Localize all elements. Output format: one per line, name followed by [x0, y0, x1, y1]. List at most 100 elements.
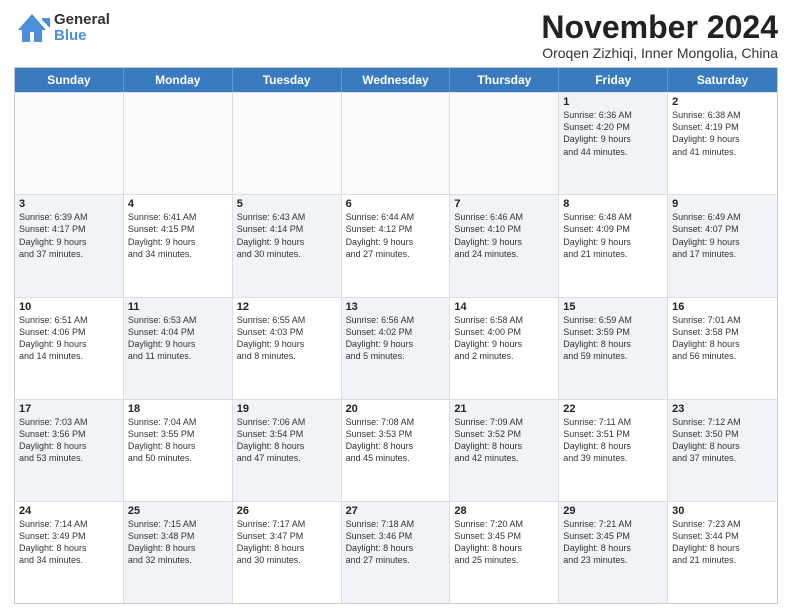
calendar: SundayMondayTuesdayWednesdayThursdayFrid…	[14, 67, 778, 604]
cal-cell: 22Sunrise: 7:11 AM Sunset: 3:51 PM Dayli…	[559, 400, 668, 501]
day-number: 28	[454, 505, 554, 517]
day-number: 5	[237, 198, 337, 210]
cell-info: Sunrise: 6:36 AM Sunset: 4:20 PM Dayligh…	[563, 109, 663, 158]
cell-info: Sunrise: 7:01 AM Sunset: 3:58 PM Dayligh…	[672, 314, 773, 363]
cal-cell: 19Sunrise: 7:06 AM Sunset: 3:54 PM Dayli…	[233, 400, 342, 501]
cell-info: Sunrise: 7:03 AM Sunset: 3:56 PM Dayligh…	[19, 416, 119, 465]
calendar-header-row: SundayMondayTuesdayWednesdayThursdayFrid…	[15, 68, 777, 92]
cal-cell: 12Sunrise: 6:55 AM Sunset: 4:03 PM Dayli…	[233, 298, 342, 399]
header-day-monday: Monday	[124, 68, 233, 92]
cal-cell: 5Sunrise: 6:43 AM Sunset: 4:14 PM Daylig…	[233, 195, 342, 296]
cal-cell	[124, 93, 233, 194]
day-number: 30	[672, 505, 773, 517]
cal-cell: 7Sunrise: 6:46 AM Sunset: 4:10 PM Daylig…	[450, 195, 559, 296]
logo-icon	[14, 10, 50, 46]
day-number: 26	[237, 505, 337, 517]
header-day-wednesday: Wednesday	[342, 68, 451, 92]
cal-cell: 18Sunrise: 7:04 AM Sunset: 3:55 PM Dayli…	[124, 400, 233, 501]
cal-row-4: 17Sunrise: 7:03 AM Sunset: 3:56 PM Dayli…	[15, 399, 777, 501]
logo-blue: Blue	[54, 28, 110, 45]
cell-info: Sunrise: 7:06 AM Sunset: 3:54 PM Dayligh…	[237, 416, 337, 465]
day-number: 8	[563, 198, 663, 210]
cell-info: Sunrise: 7:15 AM Sunset: 3:48 PM Dayligh…	[128, 518, 228, 567]
cal-cell	[450, 93, 559, 194]
cal-cell: 9Sunrise: 6:49 AM Sunset: 4:07 PM Daylig…	[668, 195, 777, 296]
cell-info: Sunrise: 6:44 AM Sunset: 4:12 PM Dayligh…	[346, 211, 446, 260]
day-number: 20	[346, 403, 446, 415]
cal-cell: 24Sunrise: 7:14 AM Sunset: 3:49 PM Dayli…	[15, 502, 124, 603]
cell-info: Sunrise: 7:08 AM Sunset: 3:53 PM Dayligh…	[346, 416, 446, 465]
cal-cell: 26Sunrise: 7:17 AM Sunset: 3:47 PM Dayli…	[233, 502, 342, 603]
cal-cell: 17Sunrise: 7:03 AM Sunset: 3:56 PM Dayli…	[15, 400, 124, 501]
cell-info: Sunrise: 6:53 AM Sunset: 4:04 PM Dayligh…	[128, 314, 228, 363]
header-day-sunday: Sunday	[15, 68, 124, 92]
cell-info: Sunrise: 7:12 AM Sunset: 3:50 PM Dayligh…	[672, 416, 773, 465]
cal-cell: 11Sunrise: 6:53 AM Sunset: 4:04 PM Dayli…	[124, 298, 233, 399]
day-number: 4	[128, 198, 228, 210]
day-number: 2	[672, 96, 773, 108]
day-number: 6	[346, 198, 446, 210]
cell-info: Sunrise: 6:59 AM Sunset: 3:59 PM Dayligh…	[563, 314, 663, 363]
cal-cell	[15, 93, 124, 194]
cell-info: Sunrise: 6:38 AM Sunset: 4:19 PM Dayligh…	[672, 109, 773, 158]
cell-info: Sunrise: 7:20 AM Sunset: 3:45 PM Dayligh…	[454, 518, 554, 567]
cal-cell: 3Sunrise: 6:39 AM Sunset: 4:17 PM Daylig…	[15, 195, 124, 296]
cal-cell: 13Sunrise: 6:56 AM Sunset: 4:02 PM Dayli…	[342, 298, 451, 399]
day-number: 7	[454, 198, 554, 210]
header-day-friday: Friday	[559, 68, 668, 92]
cal-cell: 16Sunrise: 7:01 AM Sunset: 3:58 PM Dayli…	[668, 298, 777, 399]
header-day-saturday: Saturday	[668, 68, 777, 92]
cal-cell: 30Sunrise: 7:23 AM Sunset: 3:44 PM Dayli…	[668, 502, 777, 603]
cal-cell	[342, 93, 451, 194]
day-number: 22	[563, 403, 663, 415]
cell-info: Sunrise: 6:49 AM Sunset: 4:07 PM Dayligh…	[672, 211, 773, 260]
day-number: 24	[19, 505, 119, 517]
day-number: 16	[672, 301, 773, 313]
cell-info: Sunrise: 6:48 AM Sunset: 4:09 PM Dayligh…	[563, 211, 663, 260]
day-number: 13	[346, 301, 446, 313]
day-number: 10	[19, 301, 119, 313]
cal-cell: 4Sunrise: 6:41 AM Sunset: 4:15 PM Daylig…	[124, 195, 233, 296]
day-number: 29	[563, 505, 663, 517]
cal-row-1: 1Sunrise: 6:36 AM Sunset: 4:20 PM Daylig…	[15, 92, 777, 194]
cell-info: Sunrise: 7:14 AM Sunset: 3:49 PM Dayligh…	[19, 518, 119, 567]
cal-cell: 28Sunrise: 7:20 AM Sunset: 3:45 PM Dayli…	[450, 502, 559, 603]
cal-cell: 8Sunrise: 6:48 AM Sunset: 4:09 PM Daylig…	[559, 195, 668, 296]
cal-cell: 10Sunrise: 6:51 AM Sunset: 4:06 PM Dayli…	[15, 298, 124, 399]
cal-cell: 14Sunrise: 6:58 AM Sunset: 4:00 PM Dayli…	[450, 298, 559, 399]
cal-cell: 25Sunrise: 7:15 AM Sunset: 3:48 PM Dayli…	[124, 502, 233, 603]
cal-cell: 6Sunrise: 6:44 AM Sunset: 4:12 PM Daylig…	[342, 195, 451, 296]
title-block: November 2024 Oroqen Zizhiqi, Inner Mong…	[541, 10, 778, 61]
cell-info: Sunrise: 6:43 AM Sunset: 4:14 PM Dayligh…	[237, 211, 337, 260]
day-number: 1	[563, 96, 663, 108]
day-number: 19	[237, 403, 337, 415]
cal-row-2: 3Sunrise: 6:39 AM Sunset: 4:17 PM Daylig…	[15, 194, 777, 296]
cal-cell: 29Sunrise: 7:21 AM Sunset: 3:45 PM Dayli…	[559, 502, 668, 603]
cell-info: Sunrise: 7:09 AM Sunset: 3:52 PM Dayligh…	[454, 416, 554, 465]
day-number: 15	[563, 301, 663, 313]
day-number: 12	[237, 301, 337, 313]
cal-cell: 21Sunrise: 7:09 AM Sunset: 3:52 PM Dayli…	[450, 400, 559, 501]
cell-info: Sunrise: 6:39 AM Sunset: 4:17 PM Dayligh…	[19, 211, 119, 260]
day-number: 9	[672, 198, 773, 210]
day-number: 3	[19, 198, 119, 210]
cell-info: Sunrise: 6:41 AM Sunset: 4:15 PM Dayligh…	[128, 211, 228, 260]
title-location: Oroqen Zizhiqi, Inner Mongolia, China	[541, 45, 778, 61]
page: General Blue November 2024 Oroqen Zizhiq…	[0, 0, 792, 612]
header: General Blue November 2024 Oroqen Zizhiq…	[14, 10, 778, 61]
cell-info: Sunrise: 7:21 AM Sunset: 3:45 PM Dayligh…	[563, 518, 663, 567]
day-number: 11	[128, 301, 228, 313]
cell-info: Sunrise: 7:23 AM Sunset: 3:44 PM Dayligh…	[672, 518, 773, 567]
cal-cell: 15Sunrise: 6:59 AM Sunset: 3:59 PM Dayli…	[559, 298, 668, 399]
cell-info: Sunrise: 6:56 AM Sunset: 4:02 PM Dayligh…	[346, 314, 446, 363]
cell-info: Sunrise: 7:11 AM Sunset: 3:51 PM Dayligh…	[563, 416, 663, 465]
header-day-thursday: Thursday	[450, 68, 559, 92]
cal-cell: 1Sunrise: 6:36 AM Sunset: 4:20 PM Daylig…	[559, 93, 668, 194]
logo: General Blue	[14, 10, 110, 46]
logo-text: General Blue	[54, 12, 110, 45]
day-number: 17	[19, 403, 119, 415]
cal-cell: 20Sunrise: 7:08 AM Sunset: 3:53 PM Dayli…	[342, 400, 451, 501]
cell-info: Sunrise: 6:51 AM Sunset: 4:06 PM Dayligh…	[19, 314, 119, 363]
cell-info: Sunrise: 7:17 AM Sunset: 3:47 PM Dayligh…	[237, 518, 337, 567]
cal-cell: 27Sunrise: 7:18 AM Sunset: 3:46 PM Dayli…	[342, 502, 451, 603]
